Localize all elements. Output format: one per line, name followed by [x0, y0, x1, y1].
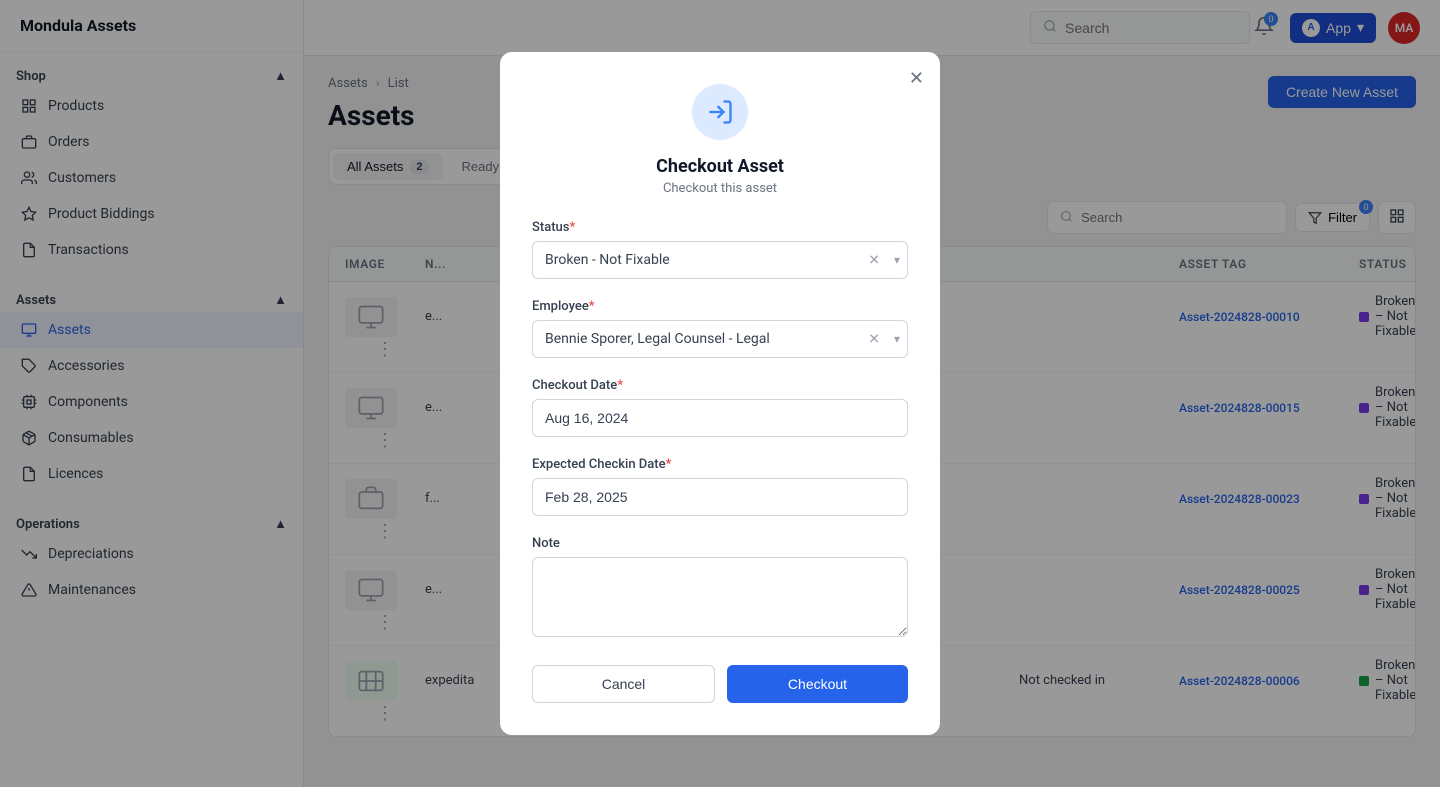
expected-checkin-input[interactable]: [532, 478, 908, 516]
checkout-modal: ✕ Checkout Asset Checkout this asset Sta…: [500, 52, 940, 735]
employee-clear-button[interactable]: ✕: [868, 331, 880, 348]
status-select-wrapper: Broken - Not Fixable ✕ ▾: [532, 241, 908, 279]
modal-subtitle: Checkout this asset: [532, 181, 908, 196]
note-group: Note: [532, 536, 908, 641]
checkout-button[interactable]: Checkout: [727, 665, 908, 703]
checkout-date-group: Checkout Date*: [532, 378, 908, 437]
required-marker: *: [589, 299, 595, 314]
employee-select-wrapper: Bennie Sporer, Legal Counsel - Legal ✕ ▾: [532, 320, 908, 358]
required-marker: *: [569, 220, 575, 235]
note-textarea[interactable]: [532, 557, 908, 637]
required-marker: *: [617, 378, 623, 393]
status-clear-button[interactable]: ✕: [868, 252, 880, 269]
checkout-date-label: Checkout Date*: [532, 378, 908, 393]
employee-label: Employee*: [532, 299, 908, 314]
modal-actions: Cancel Checkout: [532, 665, 908, 703]
cancel-button[interactable]: Cancel: [532, 665, 715, 703]
expected-checkin-label: Expected Checkin Date*: [532, 457, 908, 472]
modal-overlay[interactable]: ✕ Checkout Asset Checkout this asset Sta…: [0, 0, 1440, 787]
employee-select[interactable]: Bennie Sporer, Legal Counsel - Legal: [532, 320, 908, 358]
note-label: Note: [532, 536, 908, 551]
employee-group: Employee* Bennie Sporer, Legal Counsel -…: [532, 299, 908, 358]
modal-title: Checkout Asset: [532, 156, 908, 177]
status-group: Status* Broken - Not Fixable ✕ ▾: [532, 220, 908, 279]
employee-value: Bennie Sporer, Legal Counsel - Legal: [545, 331, 770, 347]
expected-checkin-group: Expected Checkin Date*: [532, 457, 908, 516]
required-marker: *: [666, 457, 672, 472]
status-value: Broken - Not Fixable: [545, 252, 670, 268]
checkout-date-input[interactable]: [532, 399, 908, 437]
status-label: Status*: [532, 220, 908, 235]
modal-icon: [692, 84, 748, 140]
modal-close-button[interactable]: ✕: [909, 68, 924, 89]
status-select[interactable]: Broken - Not Fixable: [532, 241, 908, 279]
